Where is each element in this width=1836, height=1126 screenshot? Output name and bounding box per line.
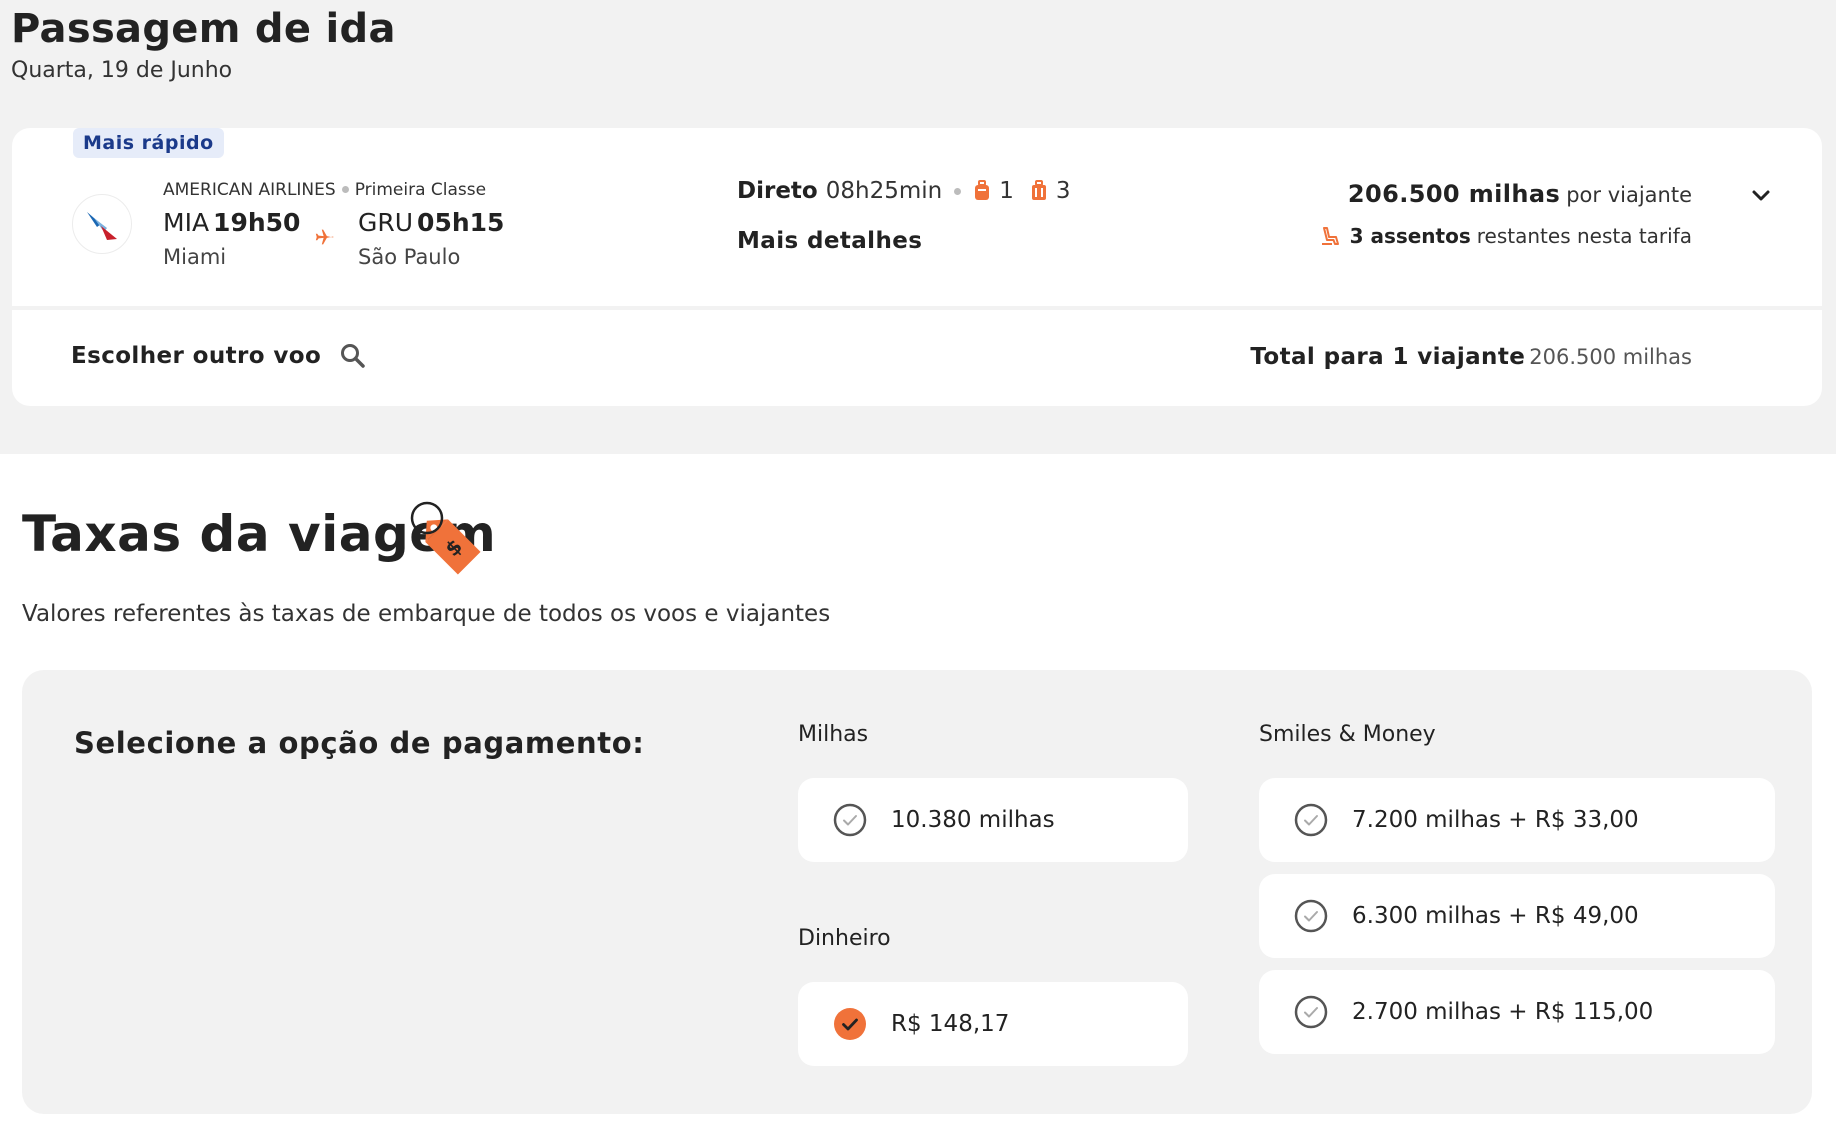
- radio-checked-icon: [834, 1008, 866, 1040]
- fees-subtitle: Valores referentes às taxas de embarque …: [22, 601, 831, 627]
- more-details-link[interactable]: Mais detalhes: [737, 228, 922, 254]
- price-miles: 206.500 milhas: [1347, 180, 1561, 208]
- seat-icon: [1321, 227, 1339, 245]
- payment-option-cash[interactable]: R$ 148,17: [798, 982, 1188, 1066]
- origin-time: 19h50: [213, 208, 301, 237]
- payment-option-smiles-money[interactable]: 6.300 milhas + R$ 49,00: [1259, 874, 1775, 958]
- separator-dot: [954, 187, 962, 195]
- option-label: R$ 148,17: [891, 1011, 1010, 1037]
- airline-name: AMERICAN AIRLINES: [163, 180, 336, 200]
- cabin-class: Primeira Classe: [354, 180, 487, 200]
- page-title: Passagem de ida: [11, 6, 396, 52]
- airline-logo: [72, 194, 132, 254]
- option-label: 10.380 milhas: [891, 807, 1055, 833]
- checked-bags-count: 3: [1055, 178, 1071, 204]
- flight-summary: Direto 08h25min 1 3: [737, 178, 1070, 204]
- price: 206.500 milhas por viajante: [1348, 180, 1692, 208]
- price-suffix: por viajante: [1566, 183, 1692, 207]
- radio-unchecked-icon: [1294, 995, 1328, 1029]
- option-label: 6.300 milhas + R$ 49,00: [1352, 903, 1639, 929]
- flight-card: Mais rápido AMERICAN AIRLINES Primeira Cl…: [12, 128, 1822, 406]
- radio-unchecked-icon: [1294, 899, 1328, 933]
- origin-city: Miami: [163, 245, 227, 269]
- search-icon: [341, 344, 365, 368]
- seats-remaining: 3 assentos restantes nesta tarifa: [1320, 224, 1692, 248]
- airline-info: AMERICAN AIRLINES Primeira Classe: [163, 180, 486, 200]
- stops-label: Direto: [737, 178, 818, 204]
- smiles-money-group-label: Smiles & Money: [1259, 722, 1436, 747]
- checked-bag-icon: [1031, 180, 1046, 200]
- separator-dot: [341, 185, 349, 193]
- choose-other-label: Escolher outro voo: [71, 343, 322, 369]
- total-label: Total para 1 viajante: [1250, 344, 1526, 370]
- origin-code: MIA: [163, 208, 210, 237]
- carry-on-count: 1: [999, 178, 1014, 204]
- carry-on-bag-icon: [975, 180, 990, 200]
- cash-group-label: Dinheiro: [798, 926, 891, 951]
- destination-city: São Paulo: [358, 245, 461, 269]
- fastest-badge: Mais rápido: [73, 128, 224, 158]
- plane-icon: [315, 229, 334, 245]
- payment-option-smiles-money[interactable]: 2.700 milhas + R$ 115,00: [1259, 970, 1775, 1054]
- payment-options-panel: Selecione a opção de pagamento: Milhas 1…: [22, 670, 1812, 1114]
- price-tag-icon: $: [410, 501, 481, 575]
- chevron-down-icon[interactable]: [1744, 178, 1778, 212]
- destination-time: 05h15: [417, 208, 505, 237]
- destination: GRU 05h15 São Paulo: [358, 208, 504, 269]
- payment-option-smiles-money[interactable]: 7.200 milhas + R$ 33,00: [1259, 778, 1775, 862]
- option-label: 2.700 milhas + R$ 115,00: [1352, 999, 1654, 1025]
- option-label: 7.200 milhas + R$ 33,00: [1352, 807, 1639, 833]
- destination-code: GRU: [358, 208, 414, 237]
- payment-option-miles[interactable]: 10.380 milhas: [798, 778, 1188, 862]
- card-divider: [12, 306, 1822, 310]
- radio-unchecked-icon: [833, 803, 867, 837]
- total-price: Total para 1 viajante 206.500 milhas: [1250, 344, 1692, 370]
- miles-group-label: Milhas: [798, 722, 869, 747]
- radio-unchecked-icon: [1294, 803, 1328, 837]
- choose-other-flight-button[interactable]: Escolher outro voo: [71, 342, 367, 370]
- seats-suffix: restantes nesta tarifa: [1476, 224, 1692, 248]
- origin: MIA 19h50 Miami: [163, 208, 300, 269]
- flight-duration: 08h25min: [825, 178, 943, 204]
- seats-count: 3 assentos: [1349, 224, 1471, 248]
- flight-date: Quarta, 19 de Junho: [11, 58, 233, 83]
- payment-label: Selecione a opção de pagamento:: [74, 726, 645, 760]
- total-value: 206.500 milhas: [1529, 345, 1692, 369]
